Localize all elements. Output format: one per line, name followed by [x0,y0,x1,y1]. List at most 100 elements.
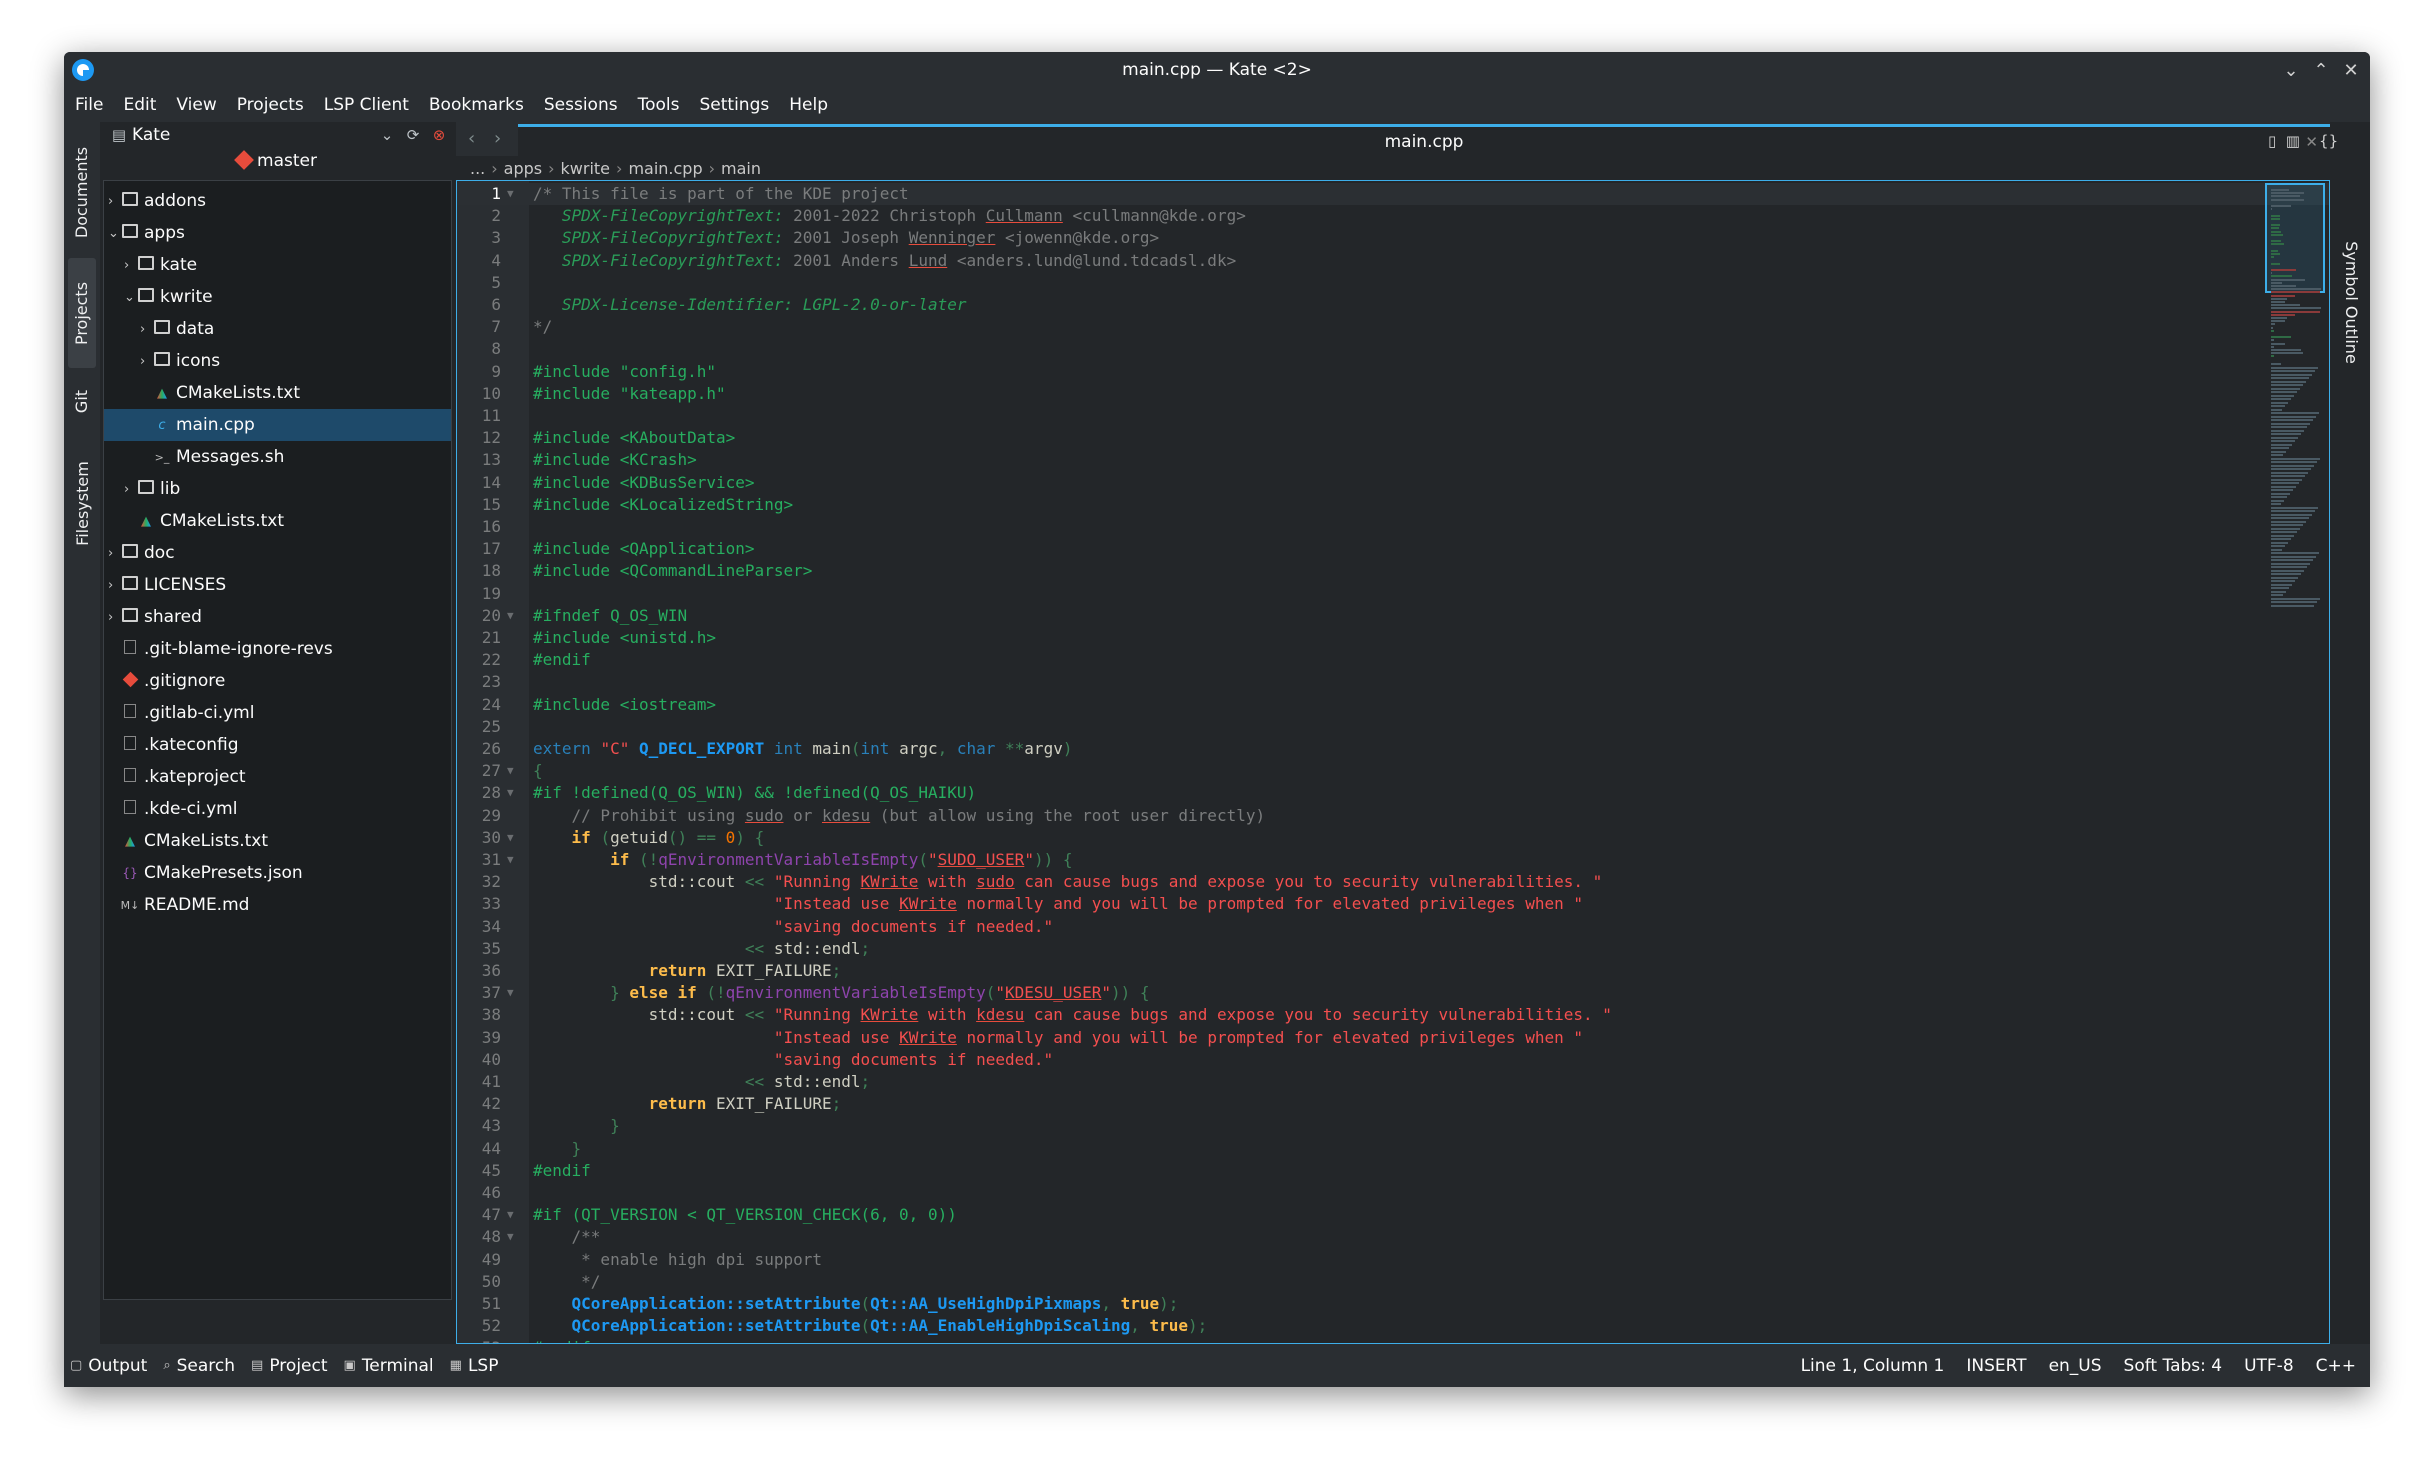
reload-icon[interactable]: ⟳ [400,126,426,144]
minimap[interactable] [2265,183,2325,613]
chevron-right-icon[interactable]: › [108,194,120,209]
git-branch[interactable]: master [102,148,452,176]
tree-item[interactable]: ⌄ apps [104,217,451,249]
tab-git[interactable]: Git [68,374,96,428]
fold-marker-icon[interactable]: ▼ [507,782,514,804]
fold-marker-icon[interactable]: ▼ [507,1204,514,1226]
breadcrumb-item[interactable]: ... [470,159,485,178]
breadcrumb-item[interactable]: main.cpp [628,159,702,178]
chevron-down-icon[interactable]: ⌄ [108,226,120,241]
menu-bookmarks[interactable]: Bookmarks [429,95,524,115]
breadcrumb-item[interactable]: kwrite [561,159,611,178]
code-editor[interactable]: 1 ▼ /* This file is part of the KDE projec… [456,180,2330,1344]
tab-documents[interactable]: Documents [68,132,96,252]
back-icon[interactable]: ‹ [468,128,475,149]
menu-file[interactable]: File [75,95,103,115]
indentation[interactable]: Soft Tabs: 4 [2124,1356,2223,1376]
bottom-tab-terminal[interactable]: ▣ Terminal [344,1356,434,1376]
chevron-right-icon[interactable]: › [108,610,120,625]
bottom-tab-project[interactable]: ▤ Project [251,1356,327,1376]
tab-projects[interactable]: Projects [68,258,96,368]
tree-item[interactable]: › lib [104,473,451,505]
syntax-mode[interactable]: C++ [2316,1356,2356,1376]
tab-main-cpp[interactable]: main.cpp ✕ [518,124,2330,156]
tree-item[interactable]: › doc [104,537,451,569]
project-selector[interactable]: Kate [132,125,374,145]
bottom-tab-output[interactable]: ▢ Output [70,1356,147,1376]
input-mode[interactable]: INSERT [1966,1356,2026,1376]
chevron-right-icon[interactable]: › [140,354,152,369]
close-project-icon[interactable]: ⊗ [426,126,452,144]
minimap-line [2271,405,2285,407]
tree-item[interactable]: README.md [104,889,451,921]
fold-marker-icon[interactable]: ▼ [507,183,514,205]
tree-item[interactable]: › shared [104,601,451,633]
chevron-down-icon[interactable]: ⌄ [374,126,400,144]
tree-item[interactable]: Messages.sh [104,441,451,473]
menu-projects[interactable]: Projects [237,95,304,115]
bottom-tab-lsp[interactable]: ▦ LSP [450,1356,499,1376]
code-line: 49 * enable high dpi support [457,1249,2329,1271]
tree-item[interactable]: .gitignore [104,665,451,697]
menu-settings[interactable]: Settings [700,95,770,115]
tree-item[interactable]: › data [104,313,451,345]
chevron-right-icon[interactable]: › [108,546,120,561]
tree-item[interactable]: ⌄ kwrite [104,281,451,313]
fold-marker-icon[interactable]: ▼ [507,849,514,871]
fold-marker-icon[interactable]: ▼ [507,1226,514,1248]
minimap-line [2271,597,2320,600]
chevron-right-icon[interactable]: › [124,258,136,273]
tree-item[interactable]: CMakeLists.txt [104,377,451,409]
menu-sessions[interactable]: Sessions [544,95,618,115]
tree-item[interactable]: .kateconfig [104,729,451,761]
chevron-right-icon[interactable]: › [140,322,152,337]
tab-symbol-outline[interactable]: Symbol Outline [2338,202,2364,402]
output-icon: ▢ [70,1358,83,1373]
code-line: 47 ▼ #if (QT_VERSION < QT_VERSION_CHECK(6,… [457,1204,2329,1226]
view-split-icons[interactable]: ▯ ▥ {} [2268,132,2338,150]
minimize-icon[interactable]: ⌄ [2276,52,2306,88]
chevron-right-icon[interactable]: › [124,482,136,497]
maximize-icon[interactable]: ⌃ [2306,52,2336,88]
tree-item[interactable]: .kde-ci.yml [104,793,451,825]
dictionary[interactable]: en_US [2049,1356,2102,1376]
kate-app-icon[interactable] [72,59,94,81]
menu-tools[interactable]: Tools [638,95,680,115]
tree-item[interactable]: main.cpp [104,409,451,441]
minimap-line [2271,329,2274,332]
status-info: Line 1, Column 1 INSERT en_US Soft Tabs:… [1779,1356,2356,1376]
chevron-right-icon[interactable]: › [108,578,120,593]
encoding[interactable]: UTF-8 [2244,1356,2294,1376]
code-line: 37 ▼ } else if (!qEnvironmentVariableIsEm… [457,982,2329,1004]
tree-item[interactable]: CMakeLists.txt [104,505,451,537]
fold-marker-icon[interactable]: ▼ [507,605,514,627]
minimap-line [2271,205,2292,207]
fold-marker-icon[interactable]: ▼ [507,760,514,782]
tree-item[interactable]: › LICENSES [104,569,451,601]
tab-filesystem[interactable]: Filesystem [68,440,96,566]
breadcrumb-item[interactable]: main [721,159,761,178]
code-line: 13 #include <KCrash> [457,449,2329,471]
tree-item[interactable]: › icons [104,345,451,377]
fold-marker-icon[interactable]: ▼ [507,982,514,1004]
tree-item[interactable]: CMakeLists.txt [104,825,451,857]
tree-item[interactable]: .kateproject [104,761,451,793]
folder-icon [136,480,156,498]
menu-view[interactable]: View [176,95,216,115]
tree-item[interactable]: CMakePresets.json [104,857,451,889]
minimap-line [2271,189,2289,191]
tree-item[interactable]: › kate [104,249,451,281]
tree-item[interactable]: › addons [104,185,451,217]
fold-marker-icon[interactable]: ▼ [507,827,514,849]
close-window-icon[interactable]: ✕ [2336,52,2366,88]
forward-icon[interactable]: › [494,128,501,149]
chevron-down-icon[interactable]: ⌄ [124,290,136,305]
breadcrumb-item[interactable]: apps [504,159,542,178]
tree-item[interactable]: .git-blame-ignore-revs [104,633,451,665]
cursor-position[interactable]: Line 1, Column 1 [1801,1356,1945,1376]
menu-help[interactable]: Help [789,95,828,115]
menu-edit[interactable]: Edit [123,95,156,115]
tree-item[interactable]: .gitlab-ci.yml [104,697,451,729]
bottom-tab-search[interactable]: ⌕ Search [163,1356,235,1376]
menu-lsp-client[interactable]: LSP Client [324,95,409,115]
